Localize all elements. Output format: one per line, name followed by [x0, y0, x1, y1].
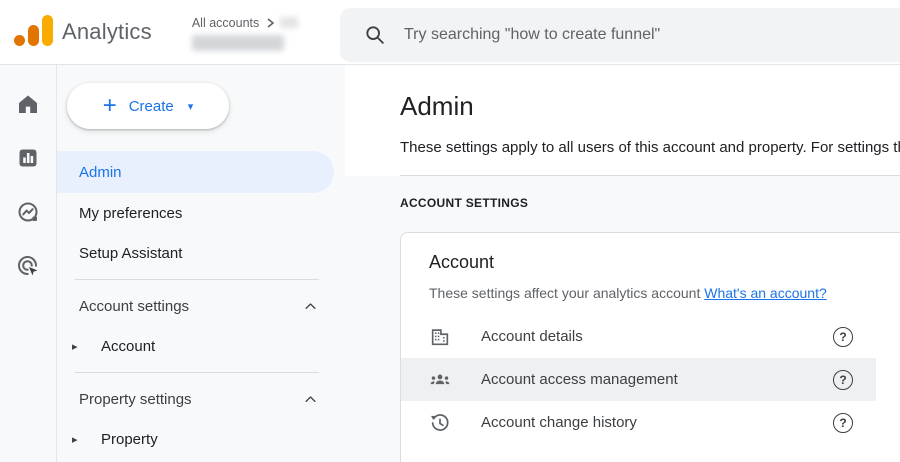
chevron-down-icon: ▾ [187, 100, 194, 113]
divider [75, 279, 319, 280]
redacted-breadcrumb-fragment [280, 17, 299, 28]
section-label: Account settings [79, 297, 190, 315]
account-card: Account These settings affect your analy… [400, 232, 900, 462]
admin-main-panel: Admin These settings apply to all users … [345, 65, 900, 462]
help-icon[interactable]: ? [833, 369, 853, 390]
card-subtitle: These settings affect your analytics acc… [429, 285, 701, 301]
sidebar-item-setup-assistant[interactable]: Setup Assistant [57, 233, 345, 273]
sidebar-item-label: Admin [79, 163, 122, 181]
row-label: Account access management [481, 371, 678, 388]
section-property-settings[interactable]: Property settings [57, 379, 345, 419]
history-icon [429, 412, 451, 434]
account-switcher[interactable]: All accounts [191, 14, 299, 51]
product-name: Analytics [62, 19, 152, 44]
tree-item-label: Property [101, 430, 158, 448]
tree-expand-icon: ▸ [72, 340, 78, 353]
global-search-bar[interactable] [340, 8, 900, 62]
page-title: Admin [400, 91, 474, 121]
row-account-access-management[interactable]: Account access management ? [401, 358, 876, 401]
breadcrumb-chevron-icon [264, 17, 276, 29]
page-description: These settings apply to all users of thi… [400, 139, 900, 156]
redacted-account-name [191, 34, 284, 51]
section-account-settings[interactable]: Account settings [57, 286, 345, 326]
divider [75, 372, 319, 373]
chevron-up-icon [303, 392, 318, 407]
sidebar-item-label: Setup Assistant [79, 244, 183, 262]
tree-item-label: Account [101, 337, 156, 355]
people-icon [429, 369, 451, 391]
building-icon [429, 326, 451, 348]
create-button-label: Create [128, 97, 174, 115]
section-label: Property settings [79, 390, 192, 408]
search-icon [364, 24, 386, 46]
home-icon[interactable] [0, 77, 56, 131]
help-icon[interactable]: ? [833, 412, 853, 433]
create-button[interactable]: + Create ▾ [67, 83, 229, 129]
sidebar-item-admin[interactable]: Admin [57, 151, 334, 193]
explore-icon[interactable] [0, 185, 56, 239]
row-account-details[interactable]: Account details ? [401, 315, 876, 358]
row-account-change-history[interactable]: Account change history ? [401, 401, 876, 444]
sidebar-item-account[interactable]: ▸ Account [57, 326, 345, 366]
google-analytics-logo-icon [12, 15, 53, 49]
account-settings-section-label: ACCOUNT SETTINGS [400, 196, 529, 210]
whats-an-account-link[interactable]: What's an account? [704, 285, 827, 301]
help-icon[interactable]: ? [833, 326, 853, 347]
search-input[interactable] [404, 26, 900, 44]
advertising-icon[interactable] [0, 239, 56, 293]
card-title: Account [429, 252, 495, 272]
tree-expand-icon: ▸ [72, 433, 78, 446]
sidebar-item-my-preferences[interactable]: My preferences [57, 193, 345, 233]
sidebar-item-label: My preferences [79, 204, 183, 222]
top-app-bar: Analytics All accounts [0, 0, 900, 65]
plus-icon: + [102, 92, 117, 119]
admin-sidebar: + Create ▾ Admin My preferences Setup As… [57, 65, 345, 462]
reports-icon[interactable] [0, 131, 56, 185]
row-label: Account change history [481, 414, 637, 431]
left-nav-rail [0, 65, 57, 462]
sidebar-item-property[interactable]: ▸ Property [57, 419, 345, 459]
chevron-up-icon [303, 299, 318, 314]
analytics-home-link[interactable]: Analytics [12, 15, 152, 49]
row-label: Account details [481, 328, 583, 345]
breadcrumb-all-accounts[interactable]: All accounts [192, 16, 259, 30]
